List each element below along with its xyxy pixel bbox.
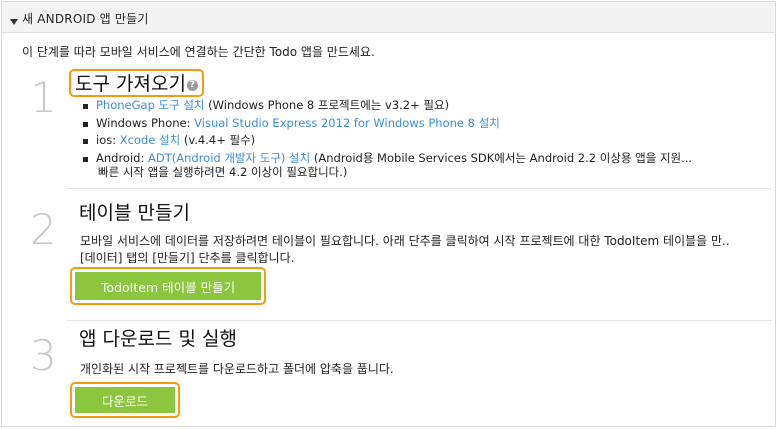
list-item-prefix: ios:: [96, 133, 120, 147]
step-3-number: 3: [30, 331, 57, 380]
step-2-title: 테이블 만들기: [79, 202, 190, 224]
step-2-description-line1: 모바일 서비스에 데이터를 저장하려면 테이블이 필요합니다. 아래 단추를 클…: [80, 234, 730, 248]
collapse-toggle-icon[interactable]: [4, 9, 18, 25]
list-item-prefix: Windows Phone:: [96, 115, 195, 130]
intro-text: 이 단계를 따라 모바일 서비스에 연결하는 간단한 Todo 앱을 만드세요.: [22, 45, 375, 59]
list-item-prefix: Android:: [96, 150, 148, 165]
list-item: PhoneGap 도구 설치 (Windows Phone 8 프로젝트에는 v…: [80, 97, 692, 115]
step-1-title-text: 도구 가져오기: [75, 73, 186, 95]
list-item-text: (Android용 Mobile Services SDK에서는 Android…: [310, 150, 693, 165]
visual-studio-install-link[interactable]: Visual Studio Express 2012 for Windows P…: [194, 116, 500, 130]
step-1-title: 도구 가져오기?: [69, 69, 204, 97]
list-item-text: (Windows Phone 8 프로젝트에는 v3.2+ 필요): [204, 98, 450, 112]
panel-title: 새 ANDROID 앱 만들기: [22, 12, 149, 26]
xcode-install-link[interactable]: Xcode 설치: [120, 133, 180, 147]
step-3-description: 개인화된 시작 프로젝트를 다운로드하고 폴더에 압축을 풉니다.: [80, 362, 394, 376]
download-button[interactable]: 다운로드: [75, 387, 175, 413]
panel-header: 새 ANDROID 앱 만들기: [2, 2, 775, 33]
divider: [67, 320, 772, 321]
help-icon[interactable]: ?: [186, 80, 198, 91]
list-item: ios: Xcode 설치 (v.4.4+ 필수): [80, 132, 692, 150]
create-table-button-highlight: TodoItem 테이블 만들기: [70, 267, 266, 305]
create-android-app-panel: 새 ANDROID 앱 만들기 이 단계를 따라 모바일 서비스에 연결하는 간…: [1, 1, 776, 427]
step-1-number: 1: [30, 73, 57, 122]
divider: [67, 188, 772, 189]
list-item-text: (v.4.4+ 필수): [180, 133, 256, 147]
step-2-number: 2: [30, 205, 57, 254]
adt-install-link[interactable]: ADT(Android 개발자 도구) 설치: [148, 151, 310, 165]
step-2-description-line2: [데이터] 탭의 [만들기] 단추를 클릭합니다.: [80, 251, 295, 265]
list-item: Windows Phone: Visual Studio Express 201…: [80, 115, 692, 133]
android-note-continuation: 빠른 시작 앱을 실행하려면 4.2 이상이 필요합니다.): [98, 165, 348, 179]
step-3-title: 앱 다운로드 및 실행: [79, 328, 237, 350]
create-todoitem-table-button[interactable]: TodoItem 테이블 만들기: [75, 272, 261, 300]
tools-list: PhoneGap 도구 설치 (Windows Phone 8 프로젝트에는 v…: [80, 97, 692, 167]
phonegap-install-link[interactable]: PhoneGap 도구 설치: [96, 98, 205, 112]
download-button-highlight: 다운로드: [70, 382, 180, 418]
